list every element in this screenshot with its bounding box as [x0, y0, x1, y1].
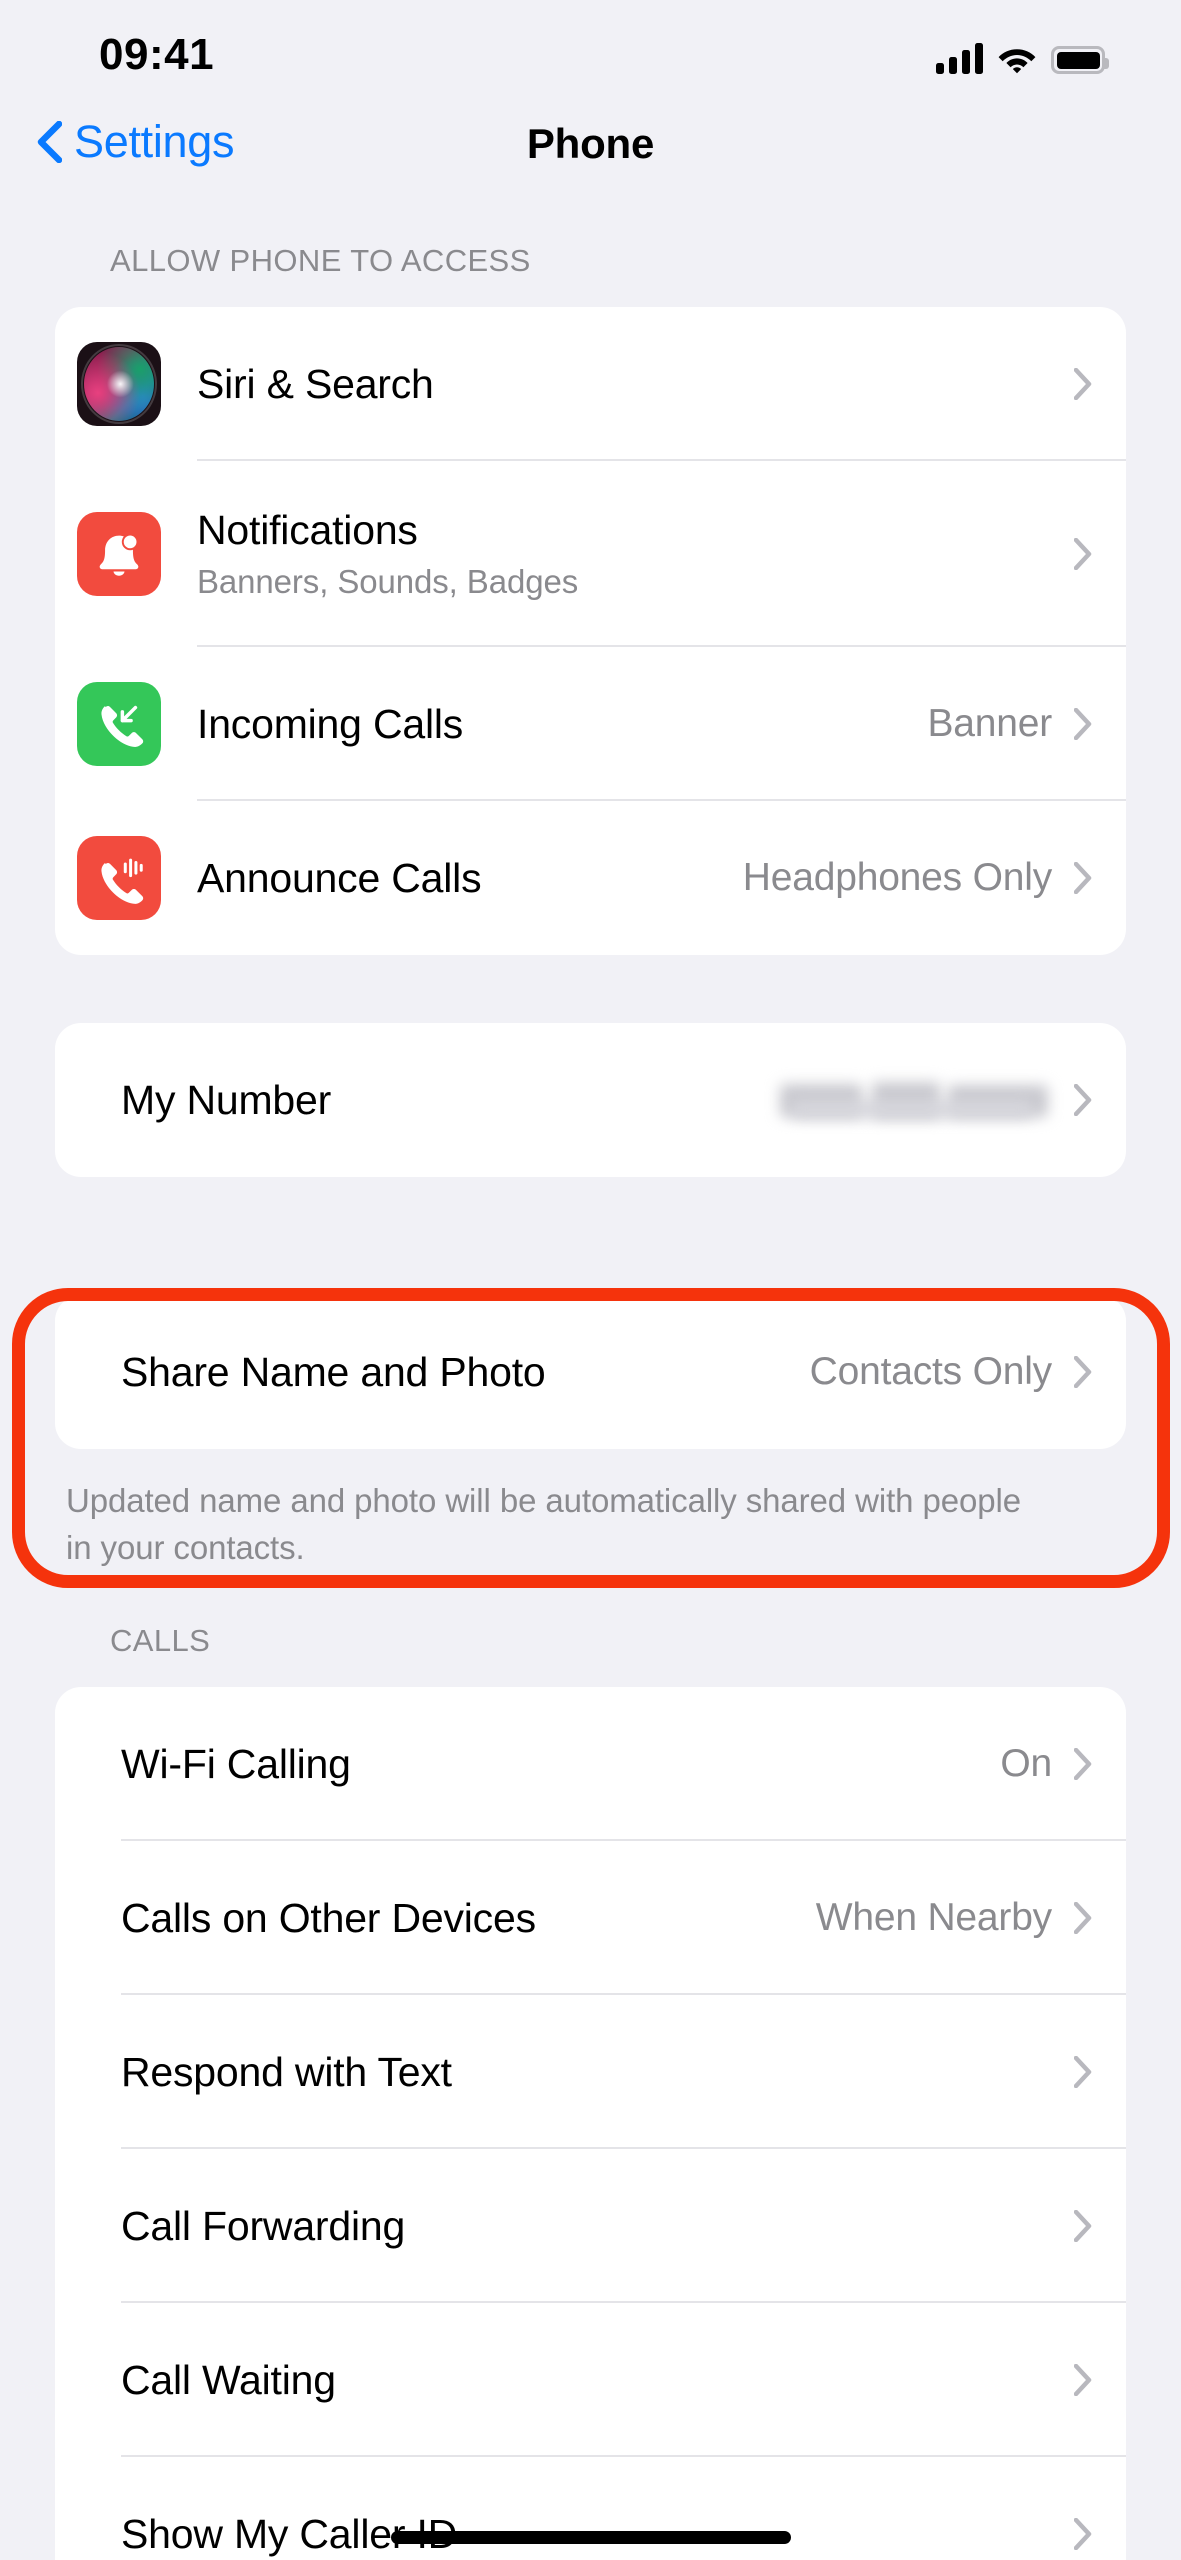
row-value: When Nearby	[815, 1896, 1052, 1940]
row-texts: Incoming Calls	[197, 701, 927, 748]
chevron-right-icon	[1074, 2210, 1092, 2243]
row-title: Share Name and Photo	[121, 1348, 546, 1395]
card-share-name-and-photo: Share Name and Photo Contacts Only	[55, 1295, 1126, 1449]
chevron-right-icon	[1074, 368, 1092, 400]
row-title: Respond with Text	[121, 2048, 452, 2095]
row-siri-and-search[interactable]: Siri & Search	[55, 307, 1126, 461]
row-notifications[interactable]: Notifications Banners, Sounds, Badges	[55, 461, 1126, 647]
chevron-right-icon	[1074, 538, 1092, 570]
row-share-name-and-photo[interactable]: Share Name and Photo Contacts Only	[55, 1295, 1126, 1449]
cellular-signal-icon	[935, 43, 983, 74]
iphone-settings-screen: 09:41 Settings Phone ALLOW PHONE TO ACCE…	[0, 0, 1181, 2560]
share-name-and-photo-footnote: Updated name and photo will be automatic…	[66, 1482, 1021, 1567]
chevron-right-icon	[1074, 2056, 1092, 2089]
row-texts: Share Name and Photo	[121, 1349, 810, 1396]
row-title: Siri & Search	[197, 360, 434, 407]
announce-calls-icon	[77, 836, 161, 920]
row-value: Headphones Only	[742, 856, 1052, 899]
row-texts: Announce Calls	[197, 855, 743, 902]
chevron-right-icon	[1074, 1902, 1092, 1935]
row-call-forwarding[interactable]: Call Forwarding	[55, 2149, 1126, 2304]
row-calls-on-other-devices[interactable]: Calls on Other Devices When Nearby	[55, 1841, 1126, 1996]
row-title: Announce Calls	[197, 854, 482, 901]
card-calls: Wi-Fi Calling On Calls on Other Devices …	[55, 1687, 1126, 2560]
row-show-my-caller-id[interactable]: Show My Caller ID	[55, 2457, 1126, 2560]
chevron-right-icon	[1074, 862, 1092, 894]
home-indicator	[390, 2531, 791, 2544]
chevron-right-icon	[1074, 1356, 1092, 1388]
card-allow-phone-to-access: Siri & Search Notifications Banners, Sou…	[55, 307, 1126, 955]
chevron-right-icon	[1074, 708, 1092, 740]
row-title: My Number	[121, 1076, 332, 1123]
row-title: Calls on Other Devices	[121, 1894, 536, 1941]
status-bar-indicators	[935, 34, 1109, 74]
notifications-bell-icon	[77, 512, 161, 596]
status-bar: 09:41	[0, 0, 1181, 100]
row-incoming-calls[interactable]: Incoming Calls Banner	[55, 647, 1126, 801]
row-title: Wi-Fi Calling	[121, 1740, 351, 1787]
row-value: Banner	[927, 702, 1052, 745]
row-texts: My Number	[121, 1077, 780, 1124]
status-bar-time: 09:41	[99, 30, 215, 79]
chevron-right-icon	[1074, 1748, 1092, 1781]
row-texts: Calls on Other Devices	[121, 1895, 816, 1942]
row-texts: Respond with Text	[121, 2049, 1074, 2096]
row-texts: Notifications Banners, Sounds, Badges	[197, 507, 1074, 601]
row-value: On	[1000, 1742, 1052, 1786]
settings-scroll-content[interactable]: ALLOW PHONE TO ACCESS Siri & Search Noti…	[0, 195, 1181, 2560]
row-title: Notifications	[197, 507, 418, 553]
row-title: Incoming Calls	[197, 700, 464, 747]
row-announce-calls[interactable]: Announce Calls Headphones Only	[55, 801, 1126, 955]
row-call-waiting[interactable]: Call Waiting	[55, 2303, 1126, 2458]
row-respond-with-text[interactable]: Respond with Text	[55, 1995, 1126, 2150]
row-wifi-calling[interactable]: Wi-Fi Calling On	[55, 1687, 1126, 1842]
my-number-redacted-value	[780, 1080, 1048, 1120]
chevron-right-icon	[1074, 2364, 1092, 2397]
row-texts: Wi-Fi Calling	[121, 1741, 1000, 1788]
navigation-bar: Settings Phone	[0, 100, 1181, 195]
chevron-right-icon	[1074, 2518, 1092, 2551]
chevron-right-icon	[1074, 1084, 1092, 1116]
siri-icon	[77, 342, 161, 426]
row-my-number[interactable]: My Number	[55, 1023, 1126, 1177]
incoming-call-icon	[77, 682, 161, 766]
row-value: Contacts Only	[809, 1350, 1053, 1393]
row-title: Call Waiting	[121, 2356, 336, 2403]
battery-icon	[1051, 46, 1109, 74]
row-subtitle: Banners, Sounds, Badges	[197, 563, 579, 600]
row-texts: Call Waiting	[121, 2357, 1074, 2404]
card-my-number: My Number	[55, 1023, 1126, 1177]
page-title: Phone	[526, 120, 655, 167]
section-header-allow-phone-to-access: ALLOW PHONE TO ACCESS	[110, 243, 531, 278]
section-header-calls: CALLS	[110, 1623, 211, 1659]
row-texts: Call Forwarding	[121, 2203, 1074, 2250]
row-texts: Siri & Search	[197, 361, 1074, 408]
wifi-icon	[998, 49, 1036, 74]
row-title: Call Forwarding	[121, 2202, 406, 2249]
